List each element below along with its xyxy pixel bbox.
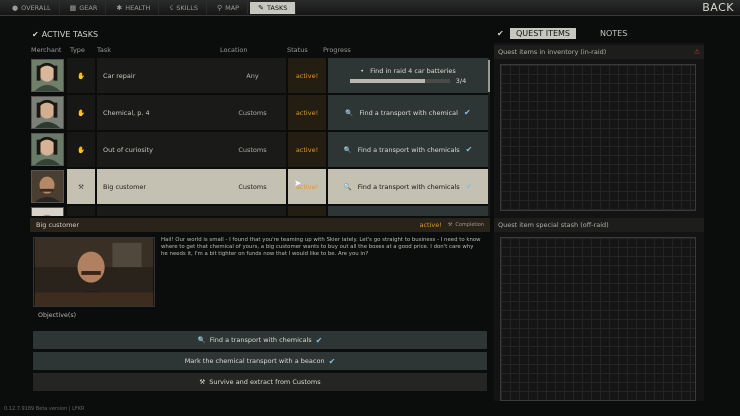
- task-list-scrollbar[interactable]: [488, 58, 490, 216]
- active-tasks-title: ✔ ACTIVE TASKS: [32, 30, 99, 39]
- hand-icon: ✋: [76, 145, 86, 154]
- task-progress: 🔍 Find a transport with chemicals ✔: [328, 169, 488, 204]
- column-progress[interactable]: Progress: [323, 46, 351, 54]
- progress-bar: [349, 78, 450, 83]
- hand-icon: ✋: [76, 108, 86, 117]
- task-location: Customs: [219, 95, 286, 130]
- checkmark-icon: ✔: [328, 356, 336, 366]
- inventory-header: Quest items in inventory (in-raid) ⚠: [494, 45, 704, 59]
- tab-health[interactable]: ✱ HEALTH: [108, 2, 160, 14]
- column-merchant[interactable]: Merchant: [31, 46, 61, 54]
- objectives-label: Objective(s): [38, 312, 77, 319]
- magnifier-icon: 🔍: [343, 182, 352, 191]
- task-row[interactable]: ✋ Car repair Any active! • Find in raid 4…: [30, 58, 488, 93]
- merchant-avatar: [31, 170, 64, 203]
- magnifier-icon: 🔍: [345, 108, 354, 117]
- task-row-partial[interactable]: [30, 206, 488, 216]
- magnifier-icon: 🔍: [197, 336, 206, 344]
- merchant-avatar: [31, 59, 64, 92]
- task-status: active!: [288, 58, 326, 93]
- tab-gear[interactable]: ▩ GEAR: [62, 2, 107, 14]
- task-type-cell: ✋: [67, 132, 95, 167]
- scrollbar-thumb[interactable]: [488, 60, 490, 92]
- merchant-avatar: [31, 96, 64, 129]
- objective-item: Mark the chemical transport with a beaco…: [33, 352, 487, 370]
- task-row-selected[interactable]: ⚒ Big customer Customs active! 🔍 Find a t…: [30, 169, 488, 204]
- task-row[interactable]: ✋ Chemical, p. 4 Customs active! 🔍 Find a…: [30, 95, 488, 130]
- top-navigation-bar: ● OVERALL ▩ GEAR ✱ HEALTH ☇ SKILLS ⚲ MAP ✎ TAS…: [0, 0, 740, 16]
- checkmark-icon: ✔: [315, 335, 323, 345]
- main-tabs: ● OVERALL ▩ GEAR ✱ HEALTH ☇ SKILLS ⚲ MAP ✎ TAS…: [4, 2, 297, 14]
- tab-tasks[interactable]: ✎ TASKS: [250, 2, 297, 14]
- task-location: Any: [219, 58, 286, 93]
- hand-icon: ✋: [76, 71, 86, 80]
- task-location: Customs: [219, 132, 286, 167]
- map-pin-icon: ⚲: [216, 4, 223, 12]
- stash-grid[interactable]: [500, 237, 696, 401]
- task-detail-header: Big customer active! ⚒ Completion: [30, 218, 490, 232]
- person-icon: ●: [12, 4, 19, 12]
- quest-items-panel-title: ✔: [497, 29, 504, 38]
- column-task[interactable]: Task: [97, 46, 111, 54]
- task-status: active!: [288, 95, 326, 130]
- merchant-avatar: [31, 207, 64, 216]
- progress-fill: [349, 78, 425, 83]
- task-progress: 🔍 Find a transport with chemical ✔: [328, 95, 488, 130]
- mouse-cursor-icon: ➤: [294, 179, 302, 189]
- column-location[interactable]: Location: [220, 46, 248, 54]
- progress-count: 3/4: [455, 76, 467, 85]
- objective-item: 🔍 Find a transport with chemicals ✔: [33, 331, 487, 349]
- task-type-cell: ⚒: [67, 169, 95, 204]
- back-button[interactable]: BACK: [702, 1, 734, 14]
- checkmark-icon: ✔: [463, 108, 471, 117]
- task-detail-title: Big customer: [36, 221, 80, 229]
- tab-overall[interactable]: ● OVERALL: [4, 2, 60, 14]
- tab-map[interactable]: ⚲ MAP: [209, 2, 249, 14]
- tab-skills[interactable]: ☇ SKILLS: [161, 2, 207, 14]
- task-image: [33, 237, 155, 307]
- checkmark-icon: ✔: [465, 145, 473, 154]
- runner-icon: ⚒: [447, 222, 453, 228]
- check-circle-icon: ✔: [32, 30, 39, 39]
- task-name: Big customer: [97, 169, 219, 204]
- merchant-avatar: [31, 133, 64, 166]
- task-progress: 🔍 Find a transport with chemicals ✔: [328, 132, 488, 167]
- task-type-cell: ✋: [67, 95, 95, 130]
- task-description: Hail! Our world is small - I found that …: [161, 237, 481, 258]
- task-status: active!: [288, 132, 326, 167]
- task-progress: • Find in raid 4 car batteries 3/4: [328, 58, 488, 93]
- check-circle-icon: ✔: [497, 29, 504, 38]
- task-type-cell: ✋: [67, 58, 95, 93]
- tasks-icon: ✎: [258, 4, 264, 12]
- stash-header: Quest item special stash (off-raid): [494, 218, 704, 232]
- tab-notes[interactable]: NOTES: [594, 28, 633, 39]
- task-list: ✋ Car repair Any active! • Find in raid 4…: [30, 58, 488, 216]
- magnifier-icon: 🔍: [343, 145, 352, 154]
- column-status[interactable]: Status: [287, 46, 308, 54]
- column-type[interactable]: Type: [70, 46, 85, 54]
- task-location: Customs: [219, 169, 286, 204]
- task-name: Chemical, p. 4: [97, 95, 219, 130]
- task-row[interactable]: ✋ Out of curiosity Customs active! 🔍 Find…: [30, 132, 488, 167]
- gear-icon: ▩: [69, 4, 77, 12]
- runner-icon: ⚒: [78, 182, 84, 191]
- inventory-grid[interactable]: [500, 64, 696, 211]
- task-detail-status: active!: [419, 221, 442, 229]
- merchant-portrait-cell: [30, 58, 65, 93]
- health-icon: ✱: [116, 4, 123, 12]
- task-name: Out of curiosity: [97, 132, 219, 167]
- bullet-icon: •: [360, 66, 365, 75]
- objective-item: ⚒ Survive and extract from Customs: [33, 373, 487, 391]
- skills-icon: ☇: [169, 4, 174, 12]
- warning-icon: ⚠: [693, 48, 700, 56]
- task-name: Car repair: [97, 58, 219, 93]
- tab-quest-items[interactable]: QUEST ITEMS: [510, 28, 576, 39]
- checkmark-icon: ✔: [465, 182, 473, 191]
- version-footer: 0.12.7.9189 Beta version | LFKR: [4, 406, 85, 412]
- runner-icon: ⚒: [199, 378, 206, 386]
- completion-info: ⚒ Completion: [447, 222, 484, 228]
